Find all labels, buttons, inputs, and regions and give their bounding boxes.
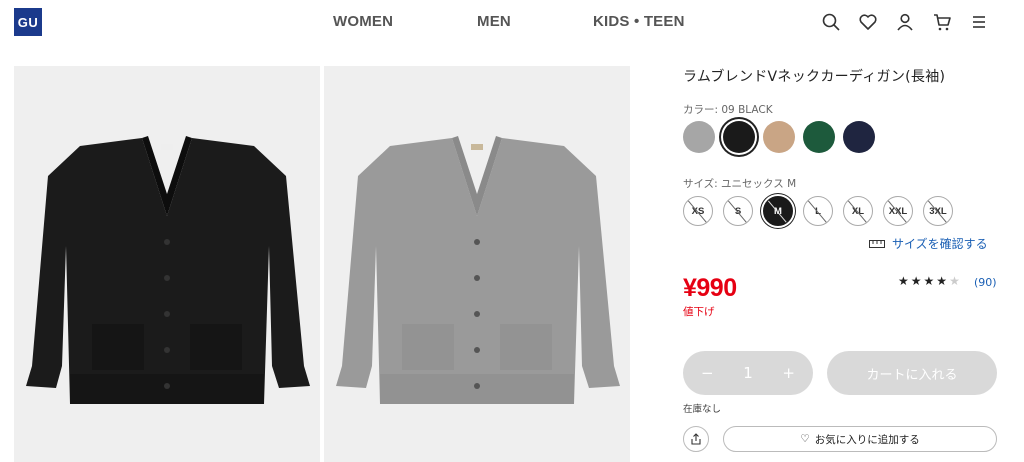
heart-icon: ♡ (800, 433, 810, 445)
size-guide-label: サイズを確認する (892, 237, 988, 251)
add-to-favorites-button[interactable]: ♡ お気に入りに追加する (723, 426, 997, 452)
star-empty-icon: ★ (949, 274, 962, 288)
quantity-plus-button[interactable]: + (782, 364, 795, 382)
size-option-m[interactable]: M (763, 196, 793, 226)
user-icon[interactable] (895, 12, 915, 32)
nav-women[interactable]: WOMEN (333, 13, 393, 30)
star-icon: ★ (923, 274, 937, 288)
color-swatch-black[interactable] (723, 121, 755, 153)
size-option-xs[interactable]: XS (683, 196, 713, 226)
product-image-black[interactable] (14, 66, 320, 462)
gray-cardigan-image (336, 136, 620, 404)
size-guide-link[interactable]: サイズを確認する (869, 235, 988, 252)
size-label: サイズ: ユニセックス M (683, 178, 797, 190)
price-reduced-label: 値下げ (683, 306, 715, 318)
share-icon (691, 433, 701, 445)
color-label: カラー: 09 BLACK (683, 104, 773, 116)
stock-status: 在庫なし (683, 404, 722, 415)
size-option-xxl[interactable]: XXL (883, 196, 913, 226)
quantity-stepper: − 1 + (683, 351, 813, 395)
quantity-value: 1 (743, 364, 753, 382)
color-swatch-navy[interactable] (843, 121, 875, 153)
star-icon: ★ (898, 274, 911, 288)
rating-stars: ★★★★★ (898, 274, 962, 288)
black-cardigan-image (26, 136, 310, 404)
color-swatch-gray[interactable] (683, 121, 715, 153)
review-count-link[interactable]: (90) (974, 276, 997, 289)
price: ¥990 (683, 274, 737, 302)
search-icon[interactable] (821, 12, 841, 32)
site-header: GU WOMEN MEN KIDS • TEEN (0, 0, 1024, 46)
nav-men[interactable]: MEN (477, 13, 511, 30)
ruler-icon (869, 239, 885, 248)
nav-kids-teen[interactable]: KIDS • TEEN (593, 13, 685, 30)
size-option-3xl[interactable]: 3XL (923, 196, 953, 226)
product-image-gray[interactable] (324, 66, 630, 462)
quantity-minus-button[interactable]: − (701, 364, 714, 382)
menu-icon[interactable] (969, 12, 989, 32)
size-option-s[interactable]: S (723, 196, 753, 226)
add-to-cart-button[interactable]: カートに入れる (827, 351, 997, 395)
star-icon: ★ (936, 274, 950, 288)
cart-icon[interactable] (932, 12, 952, 32)
gu-logo[interactable]: GU (14, 8, 42, 36)
heart-icon[interactable] (858, 12, 878, 32)
color-swatch-green[interactable] (803, 121, 835, 153)
product-title: ラムブレンドVネックカーディガン(長袖) (683, 69, 946, 85)
favorite-label: お気に入りに追加する (814, 433, 920, 446)
star-icon: ★ (910, 274, 924, 288)
color-swatch-beige[interactable] (763, 121, 795, 153)
size-option-l[interactable]: L (803, 196, 833, 226)
size-option-xl[interactable]: XL (843, 196, 873, 226)
share-button[interactable] (683, 426, 709, 452)
